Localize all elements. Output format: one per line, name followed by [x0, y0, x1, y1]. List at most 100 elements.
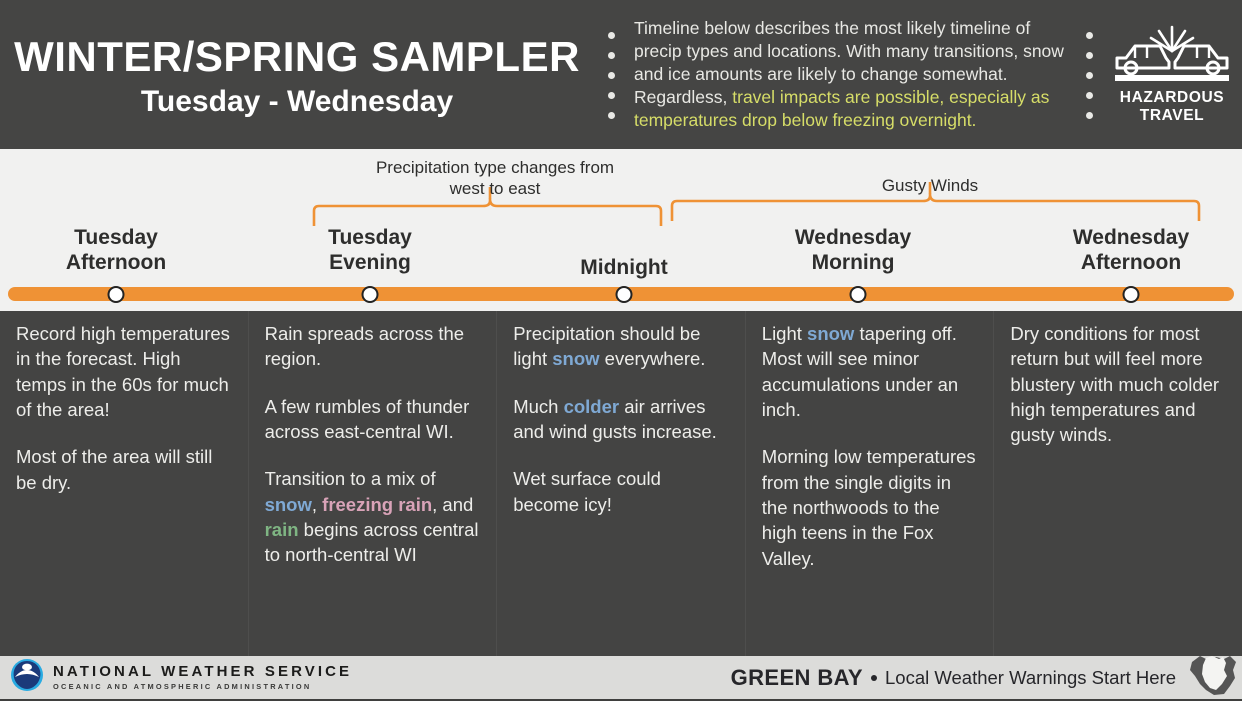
forecast-text: Rain spreads across the region. — [264, 323, 465, 370]
brace-label-line-1: Gusty Winds — [881, 176, 979, 195]
tick-line-2: Evening — [329, 250, 411, 274]
timeline-tick-wednesday-morning: Wednesday Morning — [795, 226, 911, 276]
forecast-text: Most of the area will still be dry. — [16, 446, 213, 493]
left-dot-separator — [594, 0, 628, 149]
summary-line: precip types and locations. With many tr… — [634, 40, 1064, 61]
office-tagline: Local Weather Warnings Start Here — [885, 666, 1176, 688]
forecast-paragraph: Wet surface could become icy! — [513, 466, 729, 517]
timeline-dot-wednesday-morning[interactable] — [849, 286, 867, 303]
brace-label-precip-change: Precipitation type changes from west to … — [345, 157, 645, 200]
noaa-logo-icon — [10, 658, 44, 697]
forecast-keyword-snow: snow — [807, 323, 855, 344]
footer-bar: NATIONAL WEATHER SERVICE OCEANIC AND ATM… — [0, 656, 1242, 699]
tick-line-1: Tuesday — [328, 226, 412, 249]
page-subtitle: Tuesday - Wednesday — [140, 84, 454, 118]
timeline-tick-midnight: Midnight — [580, 256, 667, 281]
hazard-label-line-2: TRAVEL — [1139, 106, 1205, 124]
forecast-column-tuesday-evening: Rain spreads across the region. A few rum… — [247, 311, 497, 656]
office-branding: GREEN BAY Local Weather Warnings Start H… — [731, 654, 1242, 701]
hazard-label-line-1: HAZARDOUS — [1119, 88, 1225, 106]
forecast-text: , and — [432, 493, 474, 515]
footer-bullet-dot — [871, 674, 877, 681]
hazardous-travel-callout: HAZARDOUS TRAVEL — [1106, 0, 1242, 149]
timeline-dot-tuesday-evening[interactable] — [361, 286, 379, 303]
summary-text-highlight: temperatures drop below freezing overnig… — [634, 110, 977, 131]
summary-text-highlight: travel impacts are possible, especially … — [732, 87, 1050, 108]
wisconsin-state-outline-icon — [1186, 654, 1238, 701]
forecast-text: Transition to a mix of — [264, 468, 436, 490]
forecast-text: everywhere. — [599, 348, 706, 370]
forecast-column-wednesday-morning: Light snow tapering off. Most will see m… — [744, 311, 994, 656]
separator-dot — [607, 72, 615, 79]
separator-dot — [1085, 72, 1093, 79]
tick-line-1: Wednesday — [794, 226, 912, 249]
tick-line-1: Wednesday — [1072, 226, 1190, 249]
forecast-paragraph: Light snow tapering off. Most will see m… — [762, 321, 978, 422]
timeline-dot-tuesday-afternoon[interactable] — [107, 286, 125, 303]
forecast-paragraph: Much colder air arrives and wind gusts i… — [513, 394, 729, 445]
nws-agency-name: NATIONAL WEATHER SERVICE — [53, 662, 353, 680]
forecast-columns: Record high temperatures in the forecast… — [0, 311, 1242, 656]
tick-line-2: Afternoon — [1080, 250, 1182, 274]
timeline-tick-tuesday-evening: Tuesday Evening — [328, 226, 412, 276]
separator-dot — [1085, 52, 1093, 59]
page-title: WINTER/SPRING SAMPLER — [14, 32, 580, 80]
forecast-column-wednesday-afternoon: Dry conditions for most return but will … — [993, 311, 1242, 656]
tick-line-1: Tuesday — [74, 226, 158, 249]
summary-line: Regardless, travel impacts are possible,… — [634, 86, 1068, 109]
separator-dot — [1085, 32, 1093, 39]
forecast-paragraph: A few rumbles of thunder across east-cen… — [265, 394, 481, 445]
office-name: GREEN BAY — [730, 664, 863, 690]
forecast-text: Dry conditions for most return but will … — [1010, 323, 1220, 446]
timeline-dot-wednesday-afternoon[interactable] — [1122, 286, 1140, 303]
tick-line-1: Midnight — [580, 256, 668, 279]
title-block: WINTER/SPRING SAMPLER Tuesday - Wednesda… — [0, 0, 594, 149]
brace-label-gusty-winds: Gusty Winds — [830, 175, 1030, 196]
timeline-tick-tuesday-afternoon: Tuesday Afternoon — [66, 226, 166, 276]
separator-dot — [607, 32, 615, 39]
forecast-text: Wet surface could become icy! — [513, 468, 661, 515]
forecast-text: Morning low temperatures from the single… — [761, 446, 976, 569]
header-banner: WINTER/SPRING SAMPLER Tuesday - Wednesda… — [0, 0, 1242, 149]
tick-line-2: Afternoon — [65, 250, 167, 274]
timeline-dot-midnight[interactable] — [615, 286, 633, 303]
forecast-keyword-freezing-rain: freezing rain — [322, 493, 433, 515]
forecast-paragraph: Transition to a mix of snow, freezing ra… — [265, 466, 481, 567]
forecast-paragraph: Precipitation should be light snow every… — [513, 321, 729, 372]
forecast-keyword-snow: snow — [552, 348, 600, 370]
car-crash-icon — [1113, 25, 1231, 85]
timeline-tick-wednesday-afternoon: Wednesday Afternoon — [1073, 226, 1189, 276]
brace-label-line-2: west to east — [449, 179, 541, 199]
summary-line: temperatures drop below freezing overnig… — [634, 109, 1068, 132]
forecast-text: Light — [761, 323, 808, 344]
forecast-keyword-rain: rain — [264, 519, 299, 541]
header-summary-text: Timeline below describes the most likely… — [628, 0, 1072, 149]
separator-dot — [1085, 92, 1093, 99]
forecast-text: Record high temperatures in the forecast… — [16, 323, 230, 421]
forecast-keyword-snow: snow — [264, 493, 312, 515]
separator-dot — [607, 52, 615, 59]
separator-dot — [607, 92, 615, 99]
right-dot-separator — [1072, 0, 1106, 149]
winter-spring-sampler-graphic: WINTER/SPRING SAMPLER Tuesday - Wednesda… — [0, 0, 1242, 699]
forecast-text: A few rumbles of thunder across east-cen… — [264, 395, 470, 443]
separator-dot — [607, 112, 615, 119]
forecast-keyword-colder: colder — [563, 395, 620, 417]
forecast-paragraph: Record high temperatures in the forecast… — [16, 321, 232, 422]
forecast-paragraph: Most of the area will still be dry. — [16, 444, 232, 495]
summary-line: Timeline below describes the most likely… — [634, 17, 1031, 38]
forecast-column-midnight: Precipitation should be light snow every… — [496, 311, 745, 656]
brace-label-line-1: Precipitation type changes from — [375, 158, 615, 177]
separator-dot — [1085, 112, 1093, 119]
nws-agency-subtitle: OCEANIC AND ATMOSPHERIC ADMINISTRATION — [53, 682, 312, 692]
summary-line: and ice amounts are likely to change som… — [634, 63, 1008, 84]
forecast-paragraph: Morning low temperatures from the single… — [762, 444, 978, 571]
nws-text-block: NATIONAL WEATHER SERVICE OCEANIC AND ATM… — [53, 662, 353, 692]
summary-text-plain: Regardless, — [634, 87, 733, 108]
forecast-paragraph: Dry conditions for most return but will … — [1010, 321, 1226, 448]
tick-line-2: Morning — [811, 250, 895, 274]
forecast-text: , — [311, 493, 323, 515]
forecast-text: Much — [513, 395, 564, 417]
nws-branding: NATIONAL WEATHER SERVICE OCEANIC AND ATM… — [0, 658, 352, 697]
forecast-column-tuesday-afternoon: Record high temperatures in the forecast… — [0, 311, 248, 656]
